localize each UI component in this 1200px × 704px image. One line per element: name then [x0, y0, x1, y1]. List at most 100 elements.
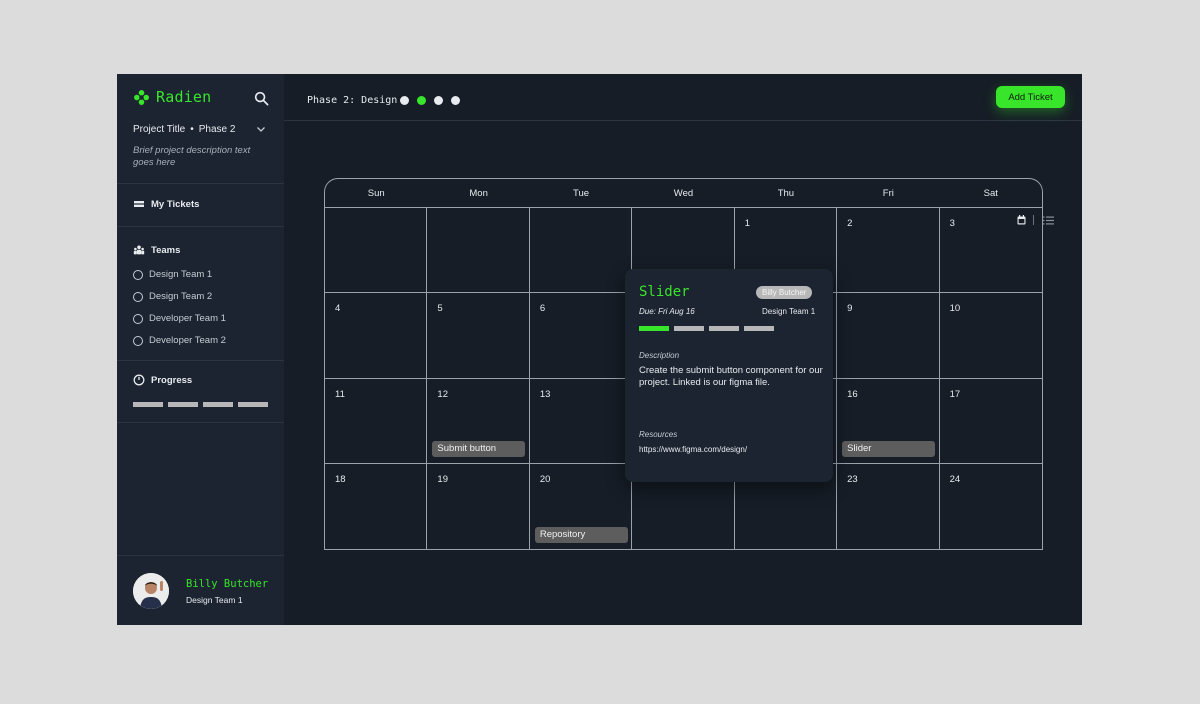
- divider: [117, 183, 284, 184]
- calendar-day-cell[interactable]: 4: [325, 293, 428, 379]
- ticket-description: Create the submit button component for o…: [639, 365, 823, 388]
- nav-teams-label: Teams: [151, 244, 181, 256]
- ticket-icon: [134, 201, 144, 207]
- list-view-icon[interactable]: [1043, 216, 1054, 225]
- day-number: 6: [539, 303, 546, 315]
- event-chip[interactable]: Submit button: [432, 440, 526, 457]
- day-header: Fri: [882, 188, 894, 199]
- day-header: Tue: [573, 188, 590, 199]
- assignee-badge: Billy Butcher: [756, 286, 813, 299]
- brand[interactable]: Radien: [133, 88, 211, 106]
- app-window: Radien Project Title • Phase 2 Brief pro…: [117, 74, 1082, 625]
- day-number: 18: [335, 473, 346, 485]
- team-item[interactable]: Design Team 2: [133, 291, 212, 302]
- progress-segment: [639, 326, 669, 331]
- team-label: Design Team 2: [149, 291, 213, 302]
- day-number: 19: [437, 473, 448, 485]
- progress-segment: [709, 326, 739, 331]
- project-selector[interactable]: Project Title • Phase 2: [133, 124, 235, 135]
- progress-segment: [674, 326, 704, 331]
- calendar-day-cell[interactable]: 9: [837, 293, 940, 379]
- step-dot-active[interactable]: [417, 96, 426, 105]
- progress-segment: [744, 326, 774, 331]
- project-separator: •: [190, 124, 194, 135]
- day-number: 11: [335, 388, 345, 400]
- resource-link[interactable]: https://www.figma.com/design/: [639, 445, 747, 454]
- people-icon: [133, 245, 145, 255]
- calendar-day-cell[interactable]: 6: [529, 293, 633, 379]
- event-chip[interactable]: Repository: [534, 527, 628, 543]
- calendar-day-cell[interactable]: [427, 208, 530, 294]
- day-header: Mon: [469, 188, 488, 199]
- divider: [117, 360, 284, 361]
- team-item[interactable]: Design Team 1: [133, 269, 212, 280]
- divider: [117, 226, 284, 227]
- event-chip[interactable]: Slider: [842, 440, 936, 457]
- day-number: 20: [539, 473, 551, 485]
- description-label: Description: [639, 351, 680, 360]
- avatar-image: [133, 573, 169, 609]
- radio-icon: [133, 291, 143, 302]
- day-number: 9: [847, 303, 853, 315]
- day-number: 1: [744, 218, 750, 229]
- progress-bar: [133, 402, 268, 407]
- timer-icon: [133, 374, 145, 386]
- calendar-day-cell[interactable]: 24: [940, 464, 1042, 549]
- calendar-day-cell[interactable]: 19: [427, 463, 530, 549]
- calendar-day-cell[interactable]: 17: [939, 379, 1042, 464]
- ticket-team: Design Team 1: [762, 307, 816, 316]
- step-dot[interactable]: [434, 96, 443, 105]
- avatar: [133, 573, 169, 609]
- progress-segment: [133, 402, 163, 407]
- divider: [117, 422, 284, 423]
- team-item[interactable]: Developer Team 2: [133, 335, 226, 346]
- progress-segment: [238, 402, 268, 407]
- team-item[interactable]: Developer Team 1: [133, 313, 226, 324]
- ticket-popup[interactable]: Slider Billy Butcher Due: Fri Aug 16 Des…: [625, 269, 833, 482]
- calendar-day-cell[interactable]: 20 Repository: [530, 463, 633, 549]
- team-label: Developer Team 1: [149, 313, 226, 324]
- ticket-due-date: Due: Fri Aug 16: [639, 307, 695, 316]
- step-dot[interactable]: [451, 96, 460, 105]
- nav-my-tickets-label: My Tickets: [151, 198, 200, 210]
- calendar-day-cell[interactable]: 2: [837, 208, 940, 294]
- day-number: 13: [539, 388, 551, 400]
- day-header: Thu: [777, 188, 795, 199]
- user-profile[interactable]: Billy Butcher Design Team 1: [117, 555, 284, 625]
- calendar-day-cell[interactable]: 12 Submit button: [427, 378, 530, 464]
- radio-icon: [133, 335, 143, 346]
- day-number: 24: [949, 473, 961, 485]
- add-ticket-button[interactable]: Add Ticket: [996, 86, 1065, 108]
- calendar-day-cell[interactable]: [529, 208, 633, 294]
- calendar-day-cell[interactable]: [325, 208, 428, 294]
- calendar-day-cell[interactable]: 11: [325, 378, 428, 464]
- chevron-down-icon[interactable]: [255, 123, 267, 135]
- progress-segment: [168, 402, 198, 407]
- ticket-progress-bar: [639, 326, 774, 331]
- day-number: 10: [949, 303, 961, 315]
- day-number: 12: [437, 388, 448, 400]
- day-number: 5: [437, 303, 443, 315]
- progress-segment: [203, 402, 233, 407]
- step-dot[interactable]: [400, 96, 409, 105]
- calendar-day-cell[interactable]: 18: [325, 463, 428, 549]
- sidebar: Radien Project Title • Phase 2 Brief pro…: [117, 74, 284, 625]
- user-team: Design Team 1: [186, 595, 243, 605]
- calendar-day-cell[interactable]: 10: [939, 293, 1042, 379]
- nav-progress[interactable]: Progress: [133, 374, 192, 386]
- search-icon[interactable]: [254, 91, 269, 106]
- calendar-day-cell[interactable]: 13: [529, 378, 633, 464]
- app-name: Radien: [156, 88, 212, 106]
- calendar-day-cell[interactable]: 23: [837, 463, 940, 549]
- user-name: Billy Butcher: [186, 578, 269, 590]
- calendar-day-cell[interactable]: 5: [427, 293, 530, 379]
- nav-teams[interactable]: Teams: [133, 244, 180, 256]
- calendar-day-cell[interactable]: 16 Slider: [837, 378, 940, 464]
- calendar-header: Sun Mon Tue Wed Thu Fri Sat: [325, 179, 1042, 208]
- project-title: Project Title: [133, 124, 186, 135]
- day-number: 16: [847, 388, 858, 400]
- team-label: Design Team 1: [149, 269, 213, 280]
- day-header: Sat: [983, 188, 998, 199]
- nav-my-tickets[interactable]: My Tickets: [133, 198, 199, 210]
- calendar-day-cell[interactable]: 3: [939, 208, 1042, 294]
